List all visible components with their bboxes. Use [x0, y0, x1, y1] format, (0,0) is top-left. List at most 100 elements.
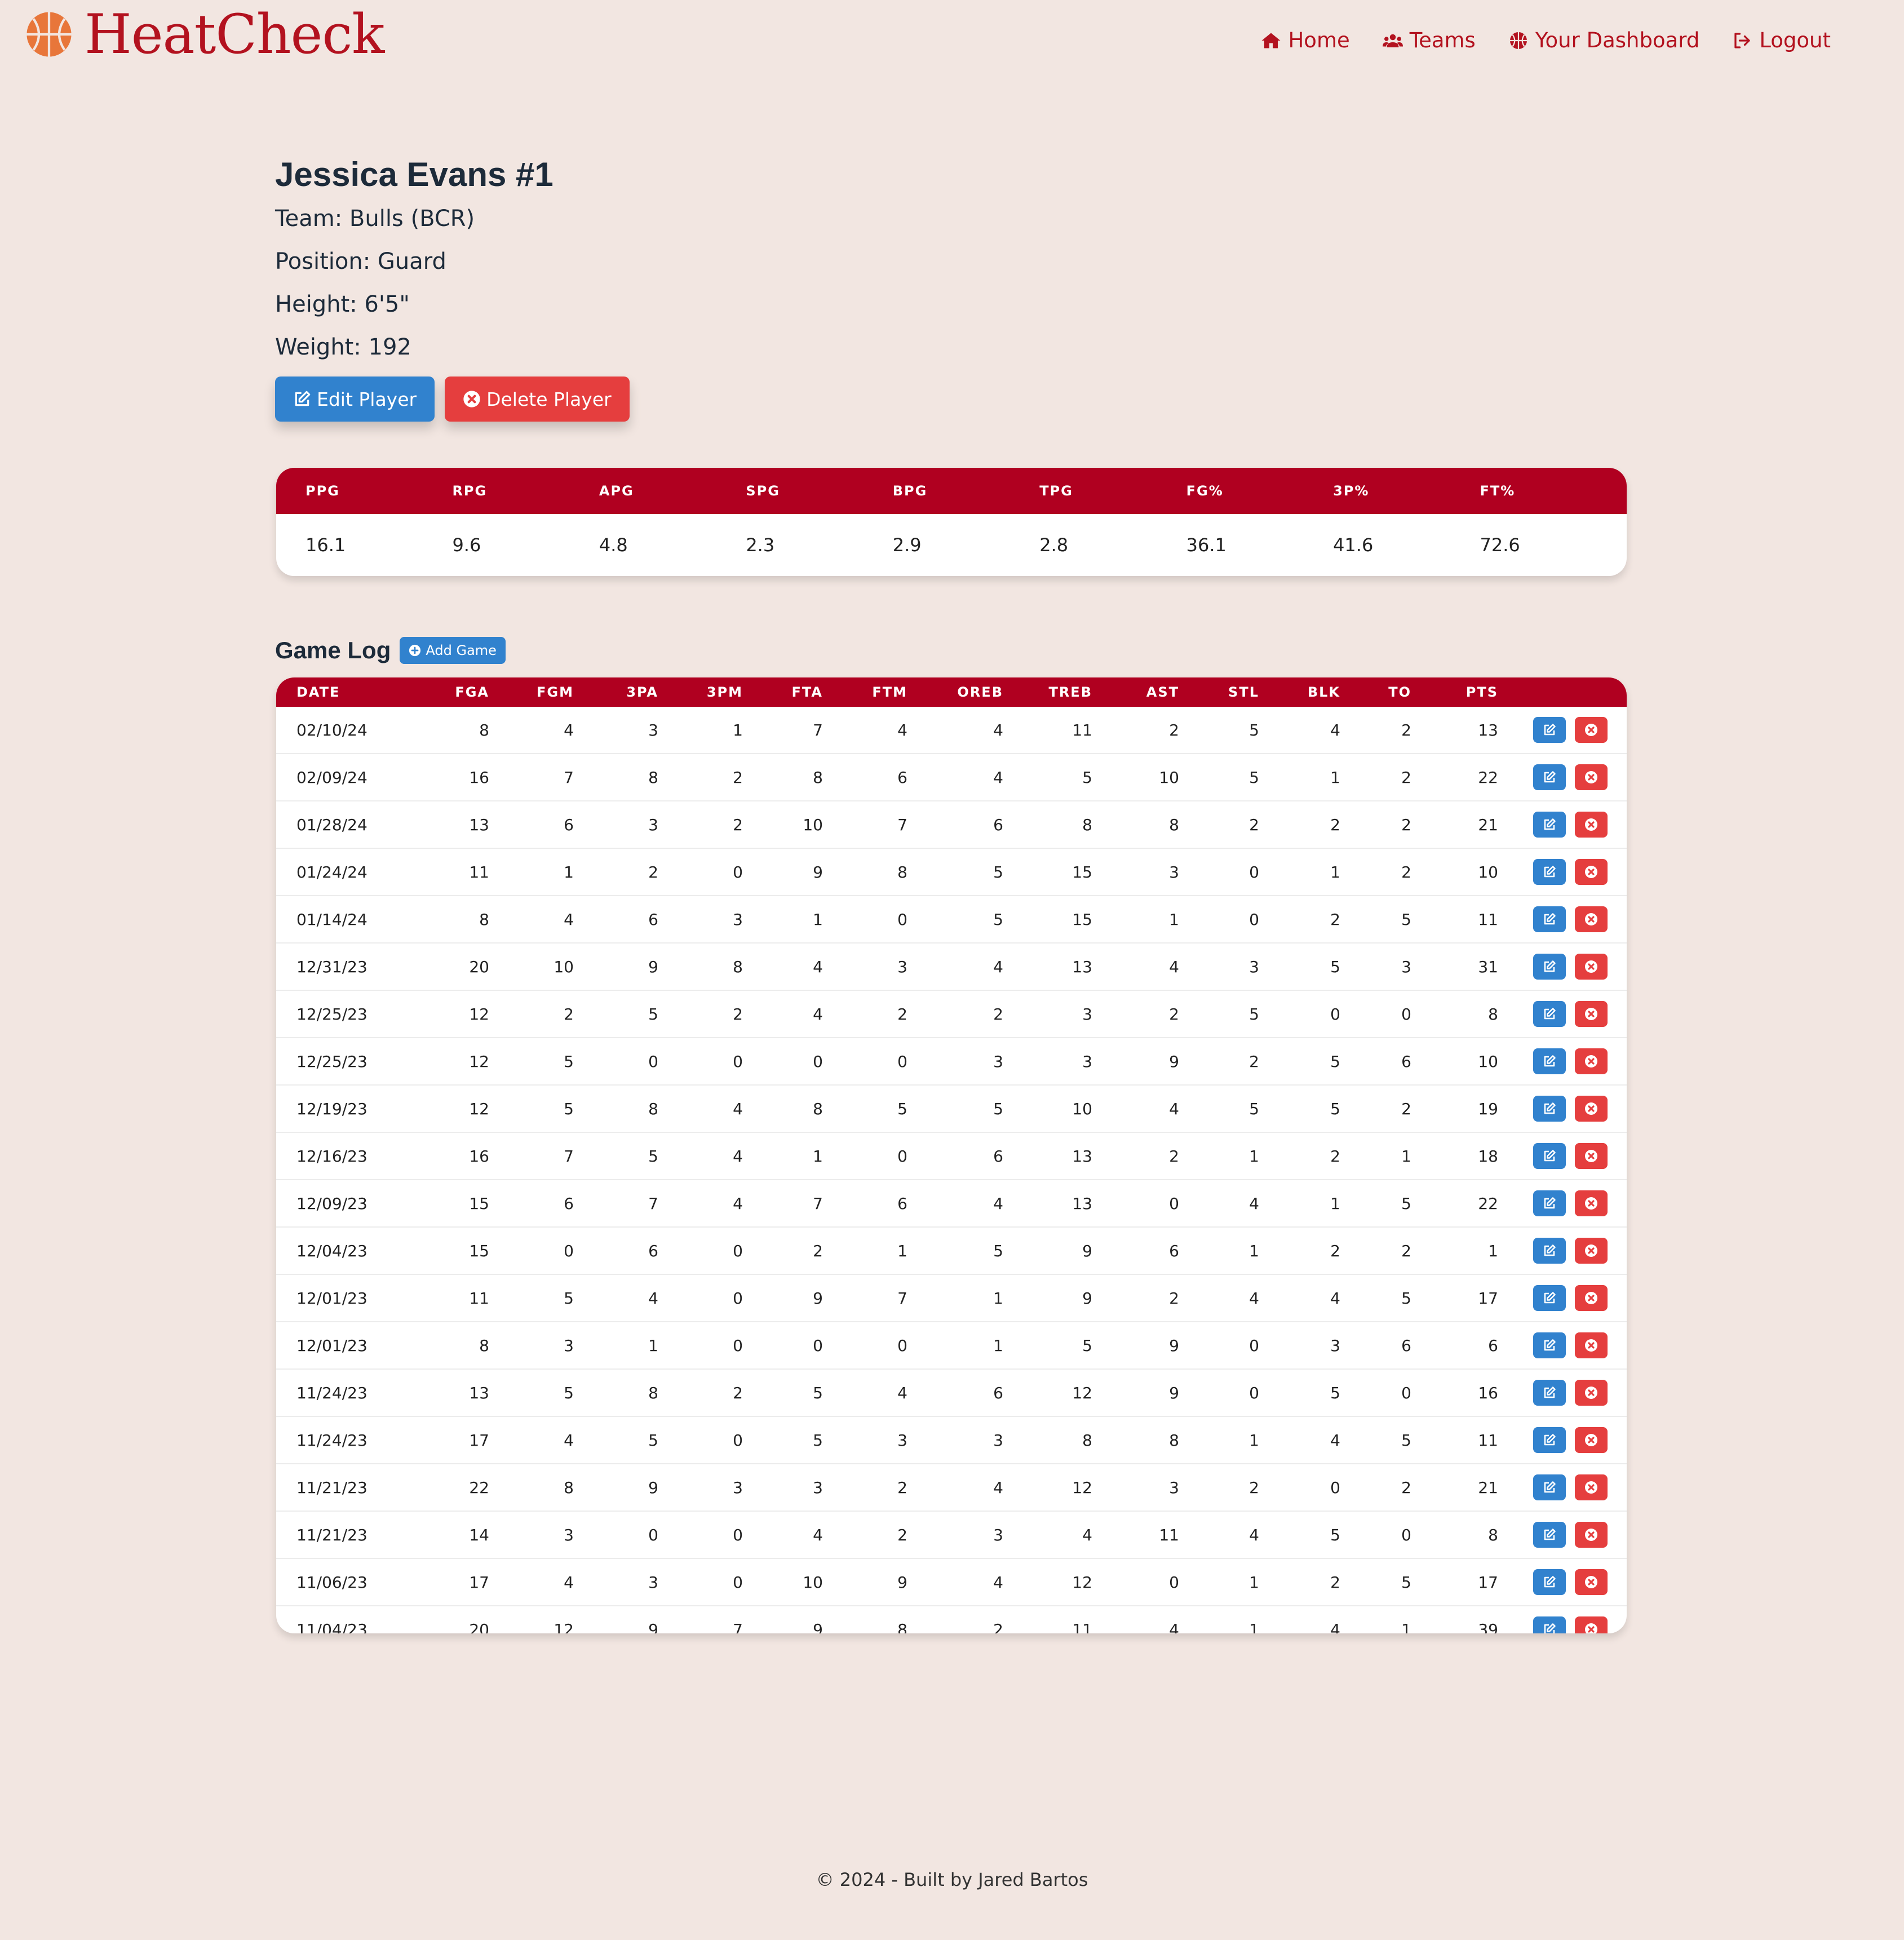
close-circle-icon: [1585, 724, 1597, 736]
stat-cell: 9: [648, 1620, 658, 1634]
edit-game-button[interactable]: [1533, 1143, 1566, 1169]
edit-game-button[interactable]: [1533, 812, 1566, 838]
stat-cell: 2: [733, 815, 743, 834]
player-team: Team: Bulls (BCR): [275, 206, 475, 232]
stat-cell: 2: [1330, 1241, 1340, 1260]
stat-cell: 3: [1330, 1336, 1340, 1355]
stat-cell: 5: [1330, 1052, 1340, 1071]
close-circle-icon: [1585, 1055, 1597, 1068]
footer: © 2024 - Built by Jared Bartos: [816, 1869, 1088, 1890]
delete-game-button[interactable]: [1575, 1332, 1608, 1358]
stat-cell: 2: [1249, 1052, 1259, 1071]
edit-game-button[interactable]: [1533, 906, 1566, 932]
delete-game-button[interactable]: [1575, 1048, 1608, 1074]
stat-cell: 0: [1401, 1383, 1411, 1402]
nav-dashboard-label: Your Dashboard: [1535, 28, 1700, 52]
delete-game-button[interactable]: [1575, 1616, 1608, 1633]
edit-game-button[interactable]: [1533, 1048, 1566, 1074]
brand[interactable]: HeatCheck: [25, 3, 384, 65]
delete-game-button[interactable]: [1575, 906, 1608, 932]
delete-game-button[interactable]: [1575, 1096, 1608, 1122]
stat-cell: 2: [897, 1004, 907, 1024]
stat-cell: 8: [564, 1478, 574, 1497]
game-date-cell: 02/10/24: [296, 720, 367, 739]
nav-home[interactable]: Home: [1261, 27, 1350, 54]
nav-teams[interactable]: Teams: [1382, 27, 1476, 54]
game-log-body: 02/10/24 8 4 3 1 7 4 4 11 2 5 4 2 13 02/09/24 16 7 8 2 8 6 4 5…: [276, 707, 1627, 1633]
edit-icon: [1544, 960, 1556, 972]
stat-cell: 2: [993, 1620, 1003, 1634]
delete-game-button[interactable]: [1575, 1427, 1608, 1453]
edit-game-button[interactable]: [1533, 1427, 1566, 1453]
edit-game-button[interactable]: [1533, 1096, 1566, 1122]
close-circle-icon: [1585, 1008, 1597, 1020]
stat-cell: 5: [1330, 1383, 1340, 1402]
close-circle-icon: [1585, 1339, 1597, 1352]
delete-game-button[interactable]: [1575, 1001, 1608, 1027]
stat-cell: 8: [1169, 1430, 1179, 1450]
basketball-icon: [1509, 32, 1527, 49]
edit-game-button[interactable]: [1533, 1616, 1566, 1633]
game-date-cell: 12/19/23: [296, 1099, 367, 1118]
table-row: 11/24/23 13 5 8 2 5 4 6 12 9 0 5 0 16: [276, 1370, 1627, 1417]
stat-cell: 3: [813, 1478, 823, 1497]
delete-game-button[interactable]: [1575, 717, 1608, 743]
edit-game-button[interactable]: [1533, 1238, 1566, 1264]
stat-cell: 11: [469, 1288, 489, 1308]
col-header: STL: [1228, 684, 1259, 700]
edit-player-button[interactable]: Edit Player: [275, 377, 435, 422]
stat-cell: 4: [564, 1430, 574, 1450]
add-game-button[interactable]: Add Game: [400, 637, 506, 664]
stat-cell: 5: [813, 1383, 823, 1402]
row-actions: [1533, 1238, 1608, 1264]
stat-cell: 3: [897, 1430, 907, 1450]
delete-player-button[interactable]: Delete Player: [445, 377, 630, 422]
row-actions: [1533, 1616, 1608, 1633]
row-actions: [1533, 1048, 1608, 1074]
stat-cell: 16: [469, 768, 489, 787]
stat-cell: 8: [733, 957, 743, 976]
delete-game-button[interactable]: [1575, 1143, 1608, 1169]
delete-game-button[interactable]: [1575, 1569, 1608, 1595]
delete-game-button[interactable]: [1575, 1285, 1608, 1311]
delete-game-button[interactable]: [1575, 1474, 1608, 1500]
stat-cell: 2: [1249, 1478, 1259, 1497]
stat-cell: 8: [813, 1099, 823, 1118]
delete-game-button[interactable]: [1575, 812, 1608, 838]
stat-cell: 6: [648, 910, 658, 929]
stat-cell: 1: [1169, 910, 1179, 929]
edit-game-button[interactable]: [1533, 954, 1566, 980]
nav-dashboard[interactable]: Your Dashboard: [1508, 27, 1699, 54]
delete-game-button[interactable]: [1575, 1380, 1608, 1406]
stat-cell: 4: [733, 1099, 743, 1118]
edit-game-button[interactable]: [1533, 764, 1566, 790]
avg-header: 3P%: [1333, 483, 1370, 499]
delete-game-button[interactable]: [1575, 1238, 1608, 1264]
delete-game-button[interactable]: [1575, 1522, 1608, 1548]
stat-cell: 22: [1478, 1194, 1498, 1213]
edit-game-button[interactable]: [1533, 1190, 1566, 1216]
edit-game-button[interactable]: [1533, 859, 1566, 885]
game-date-cell: 01/28/24: [296, 815, 367, 834]
delete-game-button[interactable]: [1575, 1190, 1608, 1216]
edit-game-button[interactable]: [1533, 1474, 1566, 1500]
table-row: 11/21/23 22 8 9 3 3 2 4 12 3 2 0 2 21: [276, 1464, 1627, 1512]
table-row: 12/01/23 11 5 4 0 9 7 1 9 2 4 4 5 17: [276, 1275, 1627, 1322]
edit-game-button[interactable]: [1533, 717, 1566, 743]
stat-cell: 19: [1478, 1099, 1498, 1118]
stat-cell: 6: [1488, 1336, 1498, 1355]
nav-logout[interactable]: Logout: [1732, 27, 1831, 54]
delete-game-button[interactable]: [1575, 954, 1608, 980]
edit-game-button[interactable]: [1533, 1285, 1566, 1311]
player-position: Position: Guard: [275, 249, 446, 274]
delete-game-button[interactable]: [1575, 859, 1608, 885]
edit-game-button[interactable]: [1533, 1332, 1566, 1358]
stat-cell: 13: [1072, 1194, 1092, 1213]
stat-cell: 6: [1401, 1052, 1411, 1071]
edit-game-button[interactable]: [1533, 1001, 1566, 1027]
delete-game-button[interactable]: [1575, 764, 1608, 790]
edit-game-button[interactable]: [1533, 1569, 1566, 1595]
stat-cell: 5: [1401, 910, 1411, 929]
edit-game-button[interactable]: [1533, 1380, 1566, 1406]
edit-game-button[interactable]: [1533, 1522, 1566, 1548]
